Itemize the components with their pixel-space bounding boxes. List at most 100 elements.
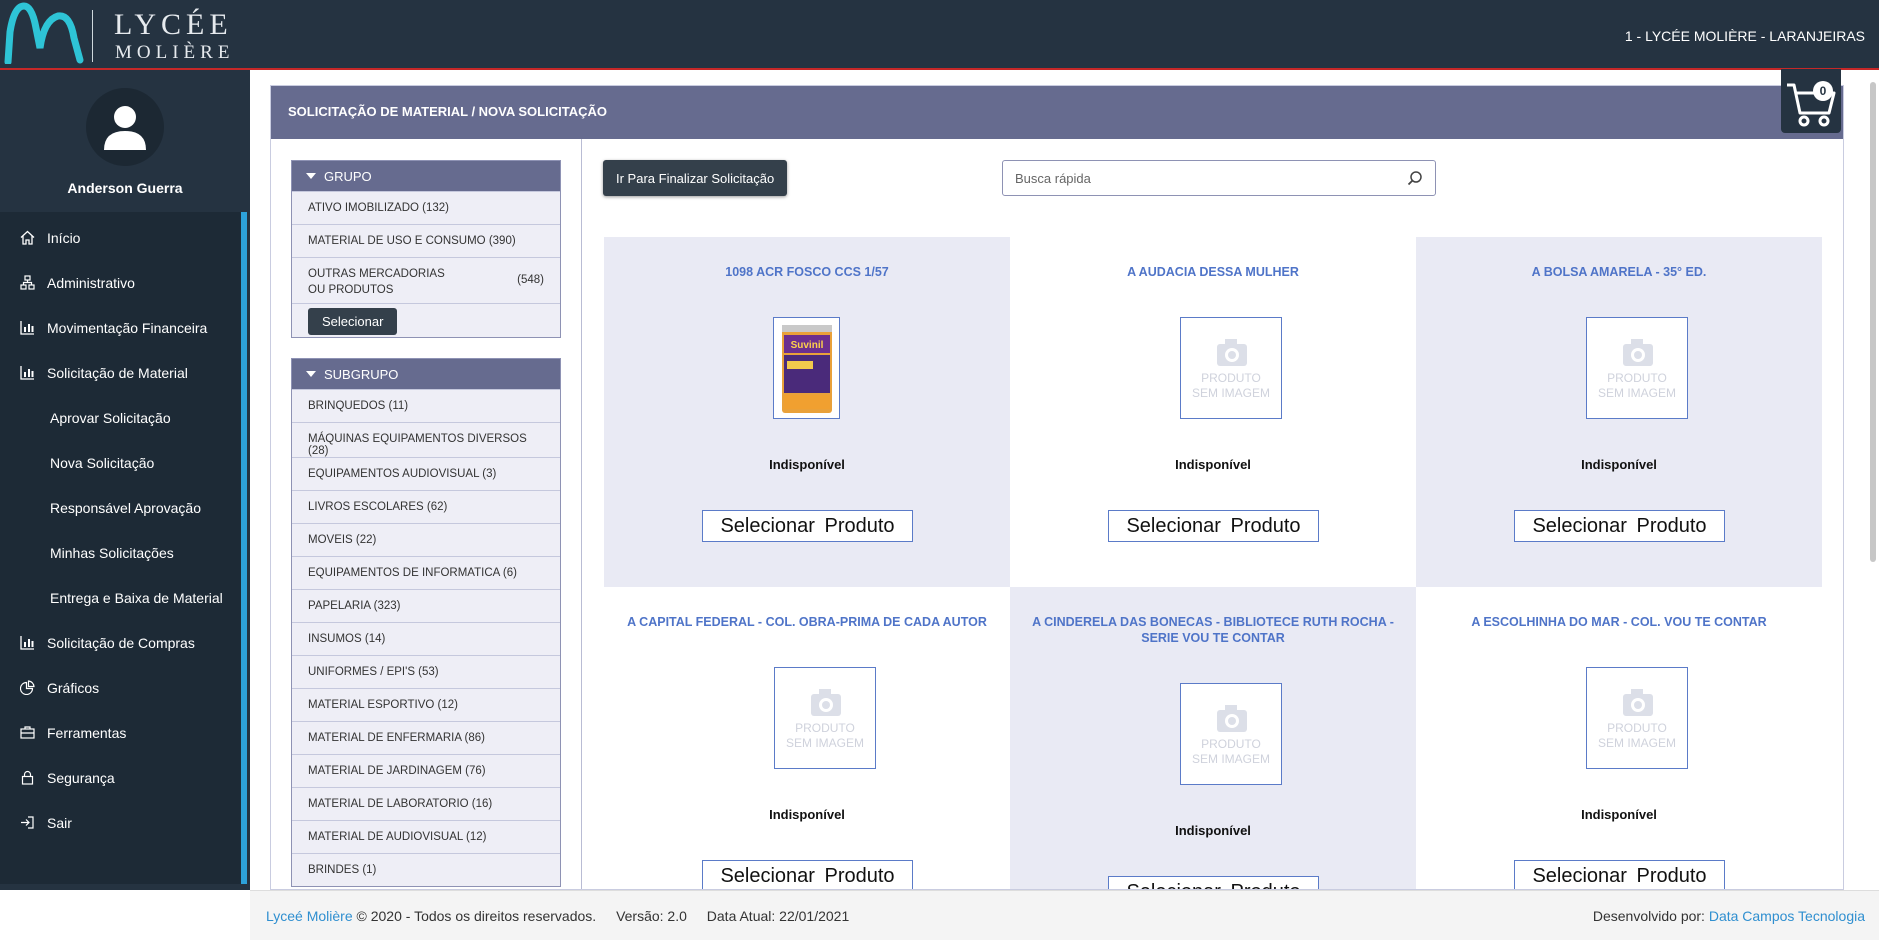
logo[interactable]: LYCÉE MOLIÈRE [0, 0, 250, 68]
subgrupo-item[interactable]: LIVROS ESCOLARES (62) [292, 490, 560, 523]
sidebar-item-inicio[interactable]: Início [0, 215, 241, 260]
subgrupo-item[interactable]: MÁQUINAS EQUIPAMENTOS DIVERSOS (28) [292, 422, 560, 457]
page-scrollbar[interactable] [1866, 70, 1879, 890]
bar-chart-icon [19, 365, 35, 381]
sidebar-item-graficos[interactable]: Gráficos [0, 665, 241, 710]
lock-icon [19, 770, 35, 786]
footer-brand-link[interactable]: Lyceé Molière [266, 908, 353, 924]
grupo-item-label: OUTRAS MERCADORIAS OU PRODUTOS [308, 268, 445, 296]
paint-can-icon: Suvinil [781, 325, 832, 413]
subgrupo-item-label: MATERIAL ESPORTIVO (12) [308, 699, 458, 711]
product-status: Indisponível [1581, 807, 1657, 822]
user-icon [104, 106, 146, 150]
sidebar-item-label: Nova Solicitação [50, 454, 155, 471]
school-selector[interactable]: 1 - LYCÉE MOLIÈRE - LARANJEIRAS [1625, 28, 1865, 44]
subgrupo-item[interactable]: EQUIPAMENTOS AUDIOVISUAL (3) [292, 457, 560, 490]
no-image-icon: PRODUTO SEM IMAGEM [786, 689, 864, 750]
subgrupo-item[interactable]: MATERIAL DE LABORATORIO (16) [292, 787, 560, 820]
sidebar-item-label: Solicitação de Compras [47, 634, 195, 651]
subgrupo-item[interactable]: MATERIAL ESPORTIVO (12) [292, 688, 560, 721]
subgrupo-item[interactable]: BRINQUEDOS (11) [292, 389, 560, 422]
sidebar-item-label: Administrativo [47, 274, 135, 291]
product-title[interactable]: A CINDERELA DAS BONECAS - BIBLIOTECE RUT… [1020, 614, 1406, 646]
scrollbar-thumb[interactable] [1870, 82, 1876, 562]
select-group-button[interactable]: Selecionar [308, 308, 398, 335]
subgrupo-item[interactable]: INSUMOS (14) [292, 622, 560, 655]
select-product-button[interactable]: Selecionar Produto [1108, 510, 1319, 542]
product-image: Suvinil [773, 317, 840, 419]
select-product-button[interactable]: Selecionar Produto [702, 510, 913, 542]
select-product-button[interactable]: Selecionar Produto [1108, 876, 1319, 889]
select-product-button[interactable]: Selecionar Produto [702, 860, 913, 889]
grupo-header[interactable]: GRUPO [292, 161, 560, 191]
sidebar-subitem-nova-solicitacao[interactable]: Nova Solicitação [0, 440, 241, 485]
search-input[interactable]: Busca rápida [1002, 160, 1436, 196]
sidebar-item-label: Início [47, 229, 81, 246]
sidebar-item-administrativo[interactable]: Administrativo [0, 260, 241, 305]
subgrupo-item-label: INSUMOS (14) [308, 633, 386, 645]
grupo-item[interactable]: MATERIAL DE USO E CONSUMO (390) [292, 224, 560, 257]
top-bar: LYCÉE MOLIÈRE 1 - LYCÉE MOLIÈRE - LARANJ… [0, 0, 1879, 70]
search-icon[interactable] [1407, 170, 1423, 186]
bar-chart-icon [19, 320, 35, 336]
subgrupo-item[interactable]: PAPELARIA (323) [292, 589, 560, 622]
product-image-placeholder: PRODUTO SEM IMAGEM [1180, 317, 1282, 419]
subgrupo-item-label: MATERIAL DE LABORATORIO (16) [308, 798, 493, 810]
grupo-title: GRUPO [324, 168, 372, 184]
cart-button[interactable]: 0 [1781, 69, 1841, 133]
footer-dev-link[interactable]: Data Campos Tecnologia [1709, 908, 1865, 924]
sidebar-item-label: Solicitação de Material [47, 364, 188, 381]
product-title[interactable]: 1098 ACR FOSCO CCS 1/57 [614, 264, 1000, 280]
subgrupo-item[interactable]: EQUIPAMENTOS DE INFORMATICA (6) [292, 556, 560, 589]
sidebar-item-solicitacao-compras[interactable]: Solicitação de Compras [0, 620, 241, 665]
subgrupo-item[interactable]: UNIFORMES / EPI'S (53) [292, 655, 560, 688]
subgrupo-item[interactable]: MOVEIS (22) [292, 523, 560, 556]
subgrupo-title: SUBGRUPO [324, 366, 399, 382]
sidebar-item-seguranca[interactable]: Segurança [0, 755, 241, 800]
subgrupo-item[interactable]: BRINDES (1) [292, 853, 560, 886]
sidebar-subitem-responsavel-aprovacao[interactable]: Responsável Aprovação [0, 485, 241, 530]
sidebar-subitem-minhas-solicitacoes[interactable]: Minhas Solicitações [0, 530, 241, 575]
sidebar-item-label: Movimentação Financeira [47, 319, 208, 336]
sidebar-item-solicitacao-material[interactable]: Solicitação de Material [0, 350, 241, 395]
product-card: A ESCOLHINHA DO MAR - COL. VOU TE CONTAR… [1416, 587, 1822, 889]
subgrupo-header[interactable]: SUBGRUPO [292, 359, 560, 389]
sidebar-item-sair[interactable]: Sair [0, 800, 241, 845]
no-image-icon: PRODUTO SEM IMAGEM [1598, 689, 1676, 750]
no-image-text: SEM IMAGEM [1192, 386, 1270, 400]
subgrupo-item[interactable]: MATERIAL DE AUDIOVISUAL (12) [292, 820, 560, 853]
grupo-item-label: MATERIAL DE USO E CONSUMO (390) [308, 235, 516, 247]
pie-chart-icon [19, 680, 35, 696]
subgrupo-item[interactable]: MATERIAL DE ENFERMARIA (86) [292, 721, 560, 754]
search-placeholder: Busca rápida [1015, 171, 1091, 186]
select-product-button[interactable]: Selecionar Produto [1514, 860, 1725, 889]
logo-text-top: LYCÉE [114, 8, 233, 41]
finalize-request-button[interactable]: Ir Para Finalizar Solicitação [603, 160, 788, 196]
product-title[interactable]: A BOLSA AMARELA - 35° ED. [1426, 264, 1812, 280]
subgrupo-item-label: PAPELARIA (323) [308, 600, 401, 612]
product-grid: 1098 ACR FOSCO CCS 1/57 Suvinil Indispon… [604, 237, 1822, 889]
product-title[interactable]: A AUDACIA DESSA MULHER [1020, 264, 1406, 280]
sidebar: Anderson Guerra Início Administrativo Mo… [0, 70, 250, 890]
sidebar-item-label: Entrega e Baixa de Material [50, 589, 223, 606]
subgrupo-item-label: EQUIPAMENTOS AUDIOVISUAL (3) [308, 468, 497, 480]
sidebar-subitem-entrega-baixa[interactable]: Entrega e Baixa de Material [0, 575, 241, 620]
sidebar-item-label: Ferramentas [47, 724, 127, 741]
product-status: Indisponível [769, 807, 845, 822]
sidebar-item-label: Minhas Solicitações [50, 544, 174, 561]
subgrupo-item-label: MOVEIS (22) [308, 534, 377, 546]
product-image-placeholder: PRODUTO SEM IMAGEM [1586, 317, 1688, 419]
product-status: Indisponível [1581, 457, 1657, 472]
sidebar-item-ferramentas[interactable]: Ferramentas [0, 710, 241, 755]
product-card: 1098 ACR FOSCO CCS 1/57 Suvinil Indispon… [604, 237, 1010, 587]
sidebar-item-movimentacao-financeira[interactable]: Movimentação Financeira [0, 305, 241, 350]
product-title[interactable]: A ESCOLHINHA DO MAR - COL. VOU TE CONTAR [1426, 614, 1812, 630]
select-product-button[interactable]: Selecionar Produto [1514, 510, 1725, 542]
product-image-placeholder: PRODUTO SEM IMAGEM [774, 667, 876, 769]
avatar[interactable] [86, 88, 164, 166]
sidebar-subitem-aprovar-solicitacao[interactable]: Aprovar Solicitação [0, 395, 241, 440]
product-title[interactable]: A CAPITAL FEDERAL - COL. OBRA-PRIMA DE C… [614, 614, 1000, 630]
subgrupo-item[interactable]: MATERIAL DE JARDINAGEM (76) [292, 754, 560, 787]
grupo-item[interactable]: OUTRAS MERCADORIAS OU PRODUTOS (548) [292, 257, 560, 303]
grupo-item[interactable]: ATIVO IMOBILIZADO (132) [292, 191, 560, 224]
